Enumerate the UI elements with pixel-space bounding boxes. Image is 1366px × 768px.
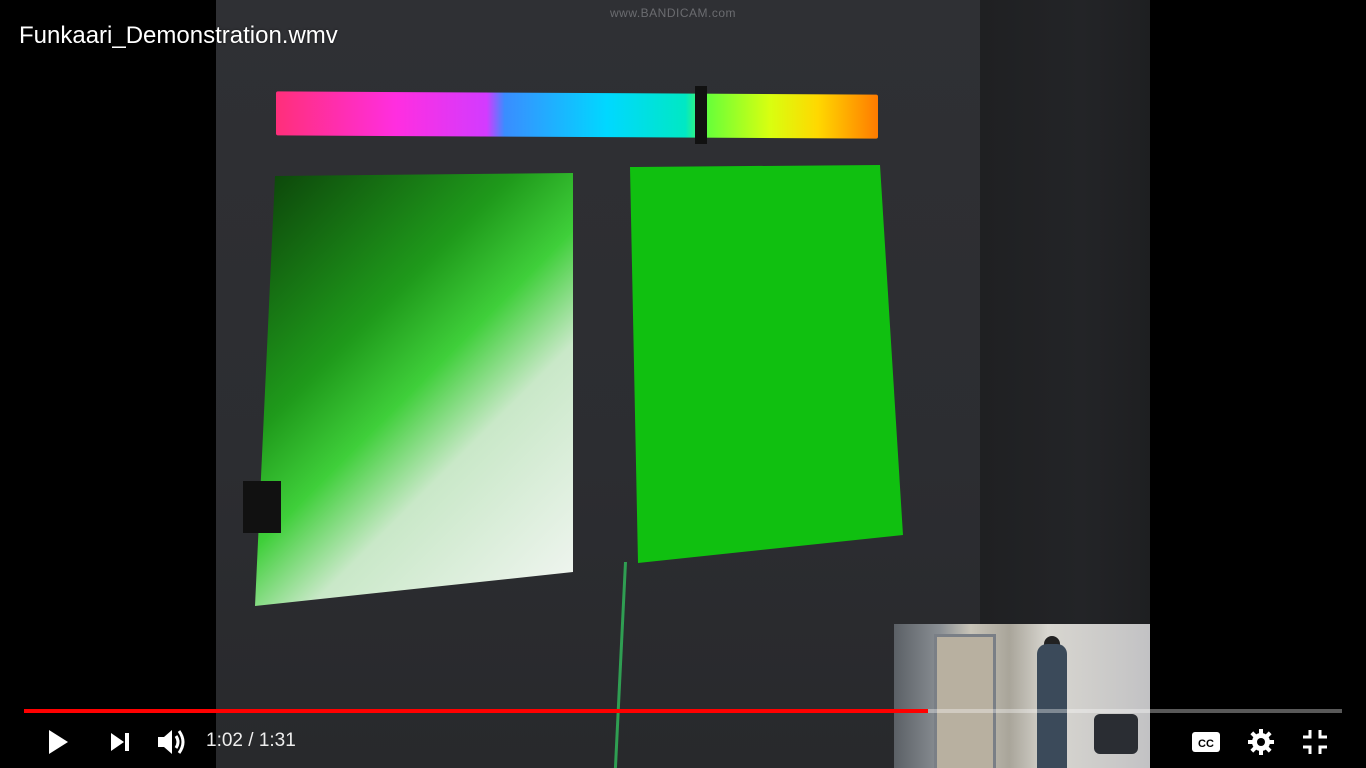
time-separator: /	[248, 730, 254, 751]
player-controls: 1:02 / 1:31 CC	[0, 700, 1366, 768]
svg-text:CC: CC	[1198, 738, 1214, 750]
current-time: 1:02	[206, 730, 243, 751]
play-button[interactable]	[42, 726, 74, 758]
next-icon	[111, 733, 129, 751]
captions-button[interactable]: CC	[1190, 726, 1222, 758]
color-preview-panel	[630, 165, 903, 563]
watermark: www.BANDICAM.com	[610, 6, 737, 20]
hue-slider-handle	[695, 86, 707, 144]
play-icon	[49, 730, 68, 754]
exit-fullscreen-icon	[1303, 730, 1327, 754]
video-title[interactable]: Funkaari_Demonstration.wmv	[19, 22, 338, 50]
progress-played	[24, 709, 929, 713]
hue-slider	[276, 91, 878, 139]
captions-icon: CC	[1192, 732, 1220, 752]
video-frame[interactable]: www.BANDICAM.com	[0, 0, 1366, 768]
settings-button[interactable]	[1245, 726, 1277, 758]
gear-icon	[1248, 729, 1274, 755]
time-display: 1:02 / 1:31	[206, 730, 296, 752]
saturation-value-panel	[255, 173, 573, 606]
next-button[interactable]	[104, 726, 136, 758]
progress-bar[interactable]	[24, 709, 1342, 713]
duration: 1:31	[258, 730, 296, 751]
fullscreen-button[interactable]	[1299, 726, 1331, 758]
saturation-value-cursor	[243, 481, 281, 533]
volume-button[interactable]	[156, 726, 188, 758]
volume-icon	[158, 730, 185, 754]
